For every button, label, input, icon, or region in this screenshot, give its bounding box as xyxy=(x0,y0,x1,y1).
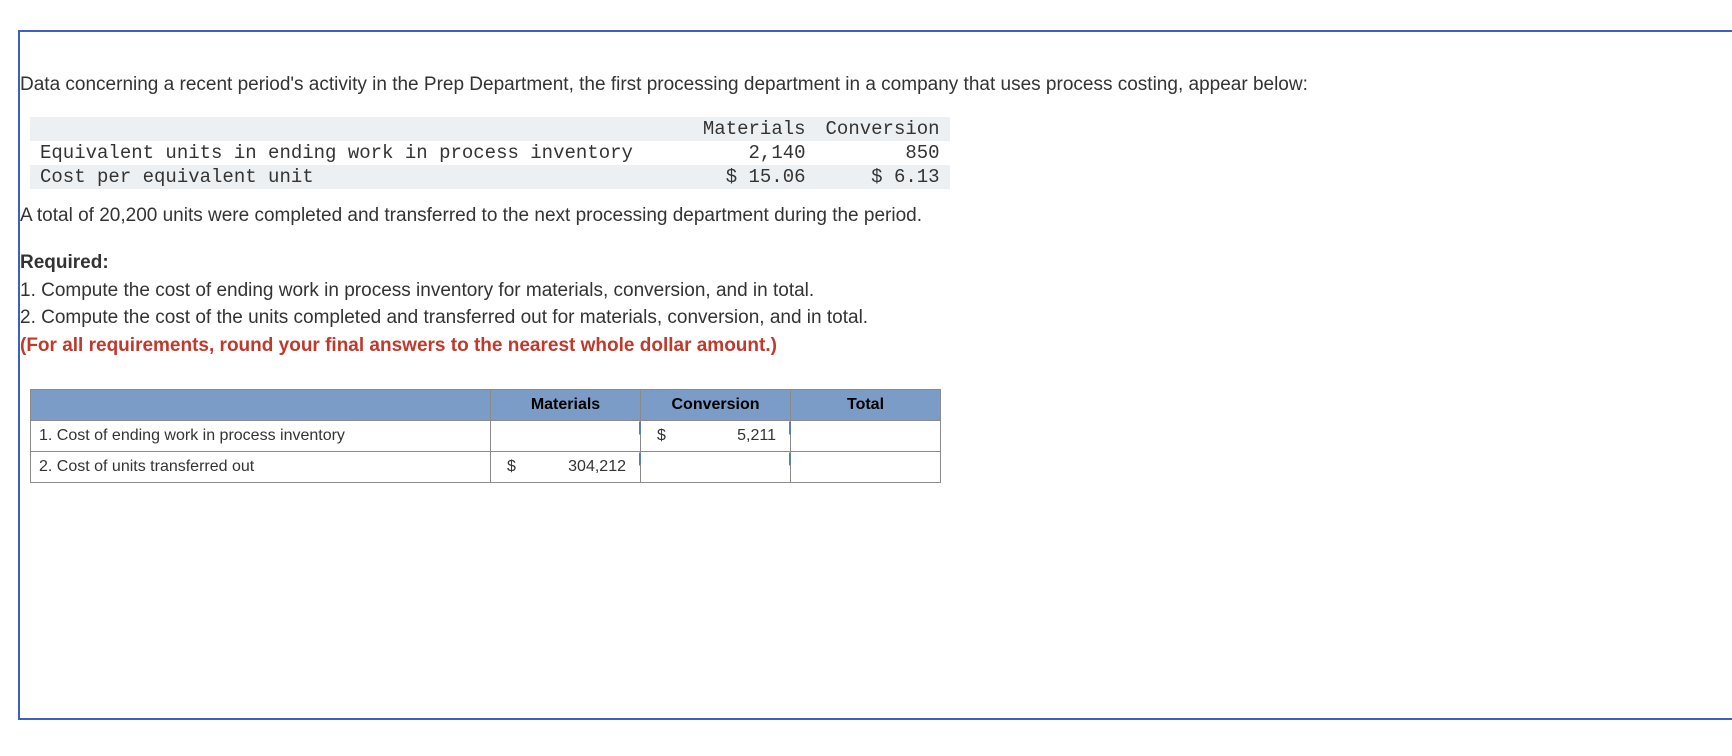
materials-header: Materials xyxy=(693,117,816,141)
row1-total-cell[interactable] xyxy=(791,421,941,452)
total-col-header: Total xyxy=(791,390,941,421)
corner-header xyxy=(31,390,491,421)
conversion-col-header: Conversion xyxy=(641,390,791,421)
data-cell: 2,140 xyxy=(693,141,816,165)
row-label: Cost per equivalent unit xyxy=(30,165,693,189)
answer-table: Materials Conversion Total 1. Cost of en… xyxy=(30,389,941,483)
conversion-header: Conversion xyxy=(816,117,950,141)
materials-col-header: Materials xyxy=(491,390,641,421)
rounding-note: (For all requirements, round your final … xyxy=(20,335,777,356)
required-block: Required: 1. Compute the cost of ending … xyxy=(20,249,1692,359)
row2-conversion-input[interactable] xyxy=(641,452,791,483)
row1-conversion-input[interactable]: $ 5,211 xyxy=(641,421,791,452)
required-item-2: 2. Compute the cost of the units complet… xyxy=(20,307,868,328)
required-heading: Required: xyxy=(20,252,109,273)
row1-materials-input[interactable] xyxy=(491,421,641,452)
transferred-text: A total of 20,200 units were completed a… xyxy=(20,203,1692,230)
row-label: Equivalent units in ending work in proce… xyxy=(30,141,693,165)
blank-header xyxy=(30,117,693,141)
given-data-table: Materials Conversion Equivalent units in… xyxy=(30,117,950,189)
data-cell: 850 xyxy=(816,141,950,165)
data-cell: $ 15.06 xyxy=(693,165,816,189)
row1-label: 1. Cost of ending work in process invent… xyxy=(31,421,491,452)
table-row: 2. Cost of units transferred out $ 304,2… xyxy=(31,452,941,483)
required-item-1: 1. Compute the cost of ending work in pr… xyxy=(20,280,814,301)
intro-paragraph: Data concerning a recent period's activi… xyxy=(20,72,1692,99)
row2-total-cell[interactable] xyxy=(791,452,941,483)
table-row: 1. Cost of ending work in process invent… xyxy=(31,421,941,452)
row2-label: 2. Cost of units transferred out xyxy=(31,452,491,483)
question-container: Data concerning a recent period's activi… xyxy=(18,30,1732,720)
data-cell: $ 6.13 xyxy=(816,165,950,189)
row2-materials-input[interactable]: $ 304,212 xyxy=(491,452,641,483)
